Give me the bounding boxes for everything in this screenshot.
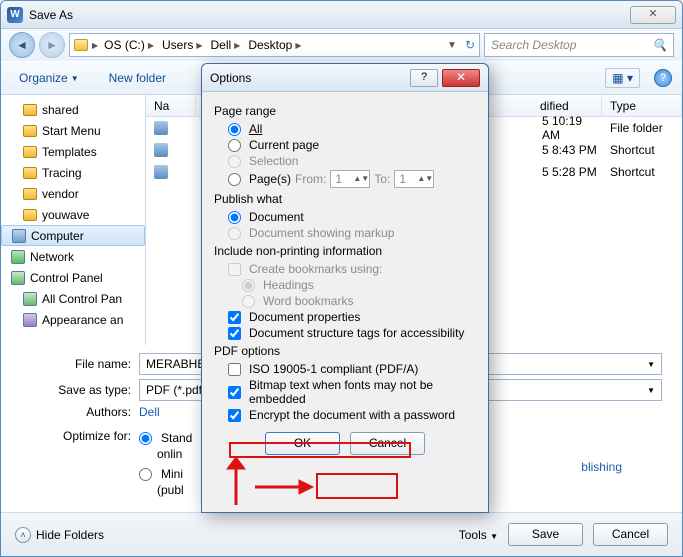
search-input[interactable]: Search Desktop 🔍 bbox=[484, 33, 674, 57]
chevron-up-icon: ˄ bbox=[15, 527, 31, 543]
nav-forward-button[interactable]: ► bbox=[39, 32, 65, 58]
search-icon: 🔍 bbox=[652, 38, 667, 52]
bottom-bar: ˄ Hide Folders Tools ▼ Save Cancel bbox=[1, 512, 682, 556]
page-range-label: Page range bbox=[214, 104, 476, 118]
tree-item-appearance[interactable]: Appearance an bbox=[1, 309, 145, 330]
authors-value[interactable]: Dell bbox=[139, 405, 160, 419]
options-dialog: Options ? ✕ Page range All Current page … bbox=[201, 63, 489, 513]
optimize-minimum-radio[interactable]: Mini bbox=[139, 467, 192, 481]
crumb-os[interactable]: OS (C:)▶ bbox=[102, 38, 156, 52]
file-icon bbox=[154, 165, 168, 179]
col-type[interactable]: Type bbox=[602, 95, 682, 116]
crumb-dell[interactable]: Dell▶ bbox=[208, 38, 242, 52]
view-mode-button[interactable]: ▦ ▾ bbox=[605, 68, 640, 88]
options-title: Options bbox=[210, 71, 251, 85]
tree-item-shared[interactable]: shared bbox=[1, 99, 145, 120]
tree-item-vendor[interactable]: vendor bbox=[1, 183, 145, 204]
folder-icon bbox=[23, 146, 37, 158]
iso-checkbox[interactable]: ISO 19005-1 compliant (PDF/A) bbox=[228, 362, 476, 376]
file-icon bbox=[154, 143, 168, 157]
structure-tags-checkbox[interactable]: Document structure tags for accessibilit… bbox=[228, 326, 476, 340]
nav-row: ◄ ► ▶ OS (C:)▶ Users▶ Dell▶ Desktop▶ ▼ ↻… bbox=[1, 29, 682, 61]
window-close-button[interactable]: ✕ bbox=[630, 6, 676, 24]
folder-icon bbox=[23, 104, 37, 116]
control-panel-icon bbox=[11, 271, 25, 285]
folder-icon bbox=[23, 167, 37, 179]
publishing-label-partial: blishing bbox=[581, 460, 622, 474]
file-row[interactable]: 5 5:28 PMShortcut bbox=[532, 161, 682, 183]
encrypt-checkbox[interactable]: Encrypt the document with a password bbox=[228, 408, 476, 422]
search-placeholder: Search Desktop bbox=[491, 38, 576, 52]
options-help-button[interactable]: ? bbox=[410, 69, 438, 87]
tree-item-startmenu[interactable]: Start Menu bbox=[1, 120, 145, 141]
authors-label: Authors: bbox=[41, 405, 131, 419]
file-icon bbox=[154, 121, 168, 135]
options-cancel-button[interactable]: Cancel bbox=[350, 432, 425, 455]
page-range-selection-radio: Selection bbox=[228, 154, 476, 168]
tree-item-youwave[interactable]: youwave bbox=[1, 204, 145, 225]
doc-properties-checkbox[interactable]: Document properties bbox=[228, 310, 476, 324]
saveas-label: Save as type: bbox=[41, 383, 131, 397]
file-row[interactable]: 5 10:19 AMFile folder bbox=[532, 117, 682, 139]
folder-icon bbox=[23, 125, 37, 137]
pdf-options-label: PDF options bbox=[214, 344, 476, 358]
hide-folders-button[interactable]: ˄ Hide Folders bbox=[15, 527, 104, 543]
filename-label: File name: bbox=[41, 357, 131, 371]
annotation-arrow-right bbox=[253, 477, 315, 497]
drive-icon bbox=[74, 39, 88, 51]
appearance-icon bbox=[23, 313, 37, 327]
file-row[interactable]: 5 8:43 PMShortcut bbox=[532, 139, 682, 161]
tree-item-templates[interactable]: Templates bbox=[1, 141, 145, 162]
create-bookmarks-checkbox: Create bookmarks using: bbox=[228, 262, 476, 276]
optimize-label: Optimize for: bbox=[41, 429, 131, 443]
bitmap-checkbox[interactable]: Bitmap text when fonts may not be embedd… bbox=[228, 378, 476, 406]
breadcrumb[interactable]: ▶ OS (C:)▶ Users▶ Dell▶ Desktop▶ ▼ ↻ bbox=[69, 33, 480, 57]
nonprinting-label: Include non-printing information bbox=[214, 244, 476, 258]
tree-item-tracing[interactable]: Tracing bbox=[1, 162, 145, 183]
options-close-button[interactable]: ✕ bbox=[442, 69, 480, 87]
page-range-pages-radio[interactable]: Page(s) From: 1▲▼ To: 1▲▼ bbox=[228, 170, 476, 188]
tools-button[interactable]: Tools ▼ bbox=[459, 528, 498, 542]
computer-icon bbox=[12, 229, 26, 243]
pages-to-input: 1▲▼ bbox=[394, 170, 434, 188]
col-modified[interactable]: dified bbox=[532, 95, 602, 116]
titlebar: W Save As ✕ bbox=[1, 1, 682, 29]
network-icon bbox=[11, 250, 25, 264]
cancel-button[interactable]: Cancel bbox=[593, 523, 668, 546]
tree-item-network[interactable]: Network bbox=[1, 246, 145, 267]
control-panel-icon bbox=[23, 292, 37, 306]
annotation-arrow-up bbox=[223, 457, 249, 507]
save-button[interactable]: Save bbox=[508, 523, 583, 546]
options-ok-button[interactable]: OK bbox=[265, 432, 340, 455]
pages-from-input: 1▲▼ bbox=[330, 170, 370, 188]
publish-document-radio[interactable]: Document bbox=[228, 210, 476, 224]
window-title: Save As bbox=[29, 8, 73, 22]
tree-item-controlpanel[interactable]: Control Panel bbox=[1, 267, 145, 288]
crumb-desktop[interactable]: Desktop▶ bbox=[246, 38, 303, 52]
col-name[interactable]: Na bbox=[146, 95, 196, 116]
folder-icon bbox=[23, 209, 37, 221]
page-range-current-radio[interactable]: Current page bbox=[228, 138, 476, 152]
nav-back-button[interactable]: ◄ bbox=[9, 32, 35, 58]
tree-item-allcontrol[interactable]: All Control Pan bbox=[1, 288, 145, 309]
crumb-users[interactable]: Users▶ bbox=[160, 38, 205, 52]
folder-tree[interactable]: shared Start Menu Templates Tracing vend… bbox=[1, 95, 146, 345]
save-as-window: W Save As ✕ ◄ ► ▶ OS (C:)▶ Users▶ Dell▶ … bbox=[0, 0, 683, 557]
bookmarks-word-radio: Word bookmarks bbox=[242, 294, 476, 308]
publish-what-label: Publish what bbox=[214, 192, 476, 206]
bookmarks-headings-radio: Headings bbox=[242, 278, 476, 292]
organize-button[interactable]: Organize ▼ bbox=[11, 67, 87, 89]
options-titlebar: Options ? ✕ bbox=[202, 64, 488, 92]
folder-icon bbox=[23, 188, 37, 200]
page-range-all-radio[interactable]: All bbox=[228, 122, 476, 136]
tree-item-computer[interactable]: Computer bbox=[1, 225, 145, 246]
newfolder-button[interactable]: New folder bbox=[101, 67, 174, 89]
word-icon: W bbox=[7, 7, 23, 23]
help-icon[interactable]: ? bbox=[654, 69, 672, 87]
optimize-standard-radio[interactable]: Stand bbox=[139, 431, 192, 445]
publish-markup-radio: Document showing markup bbox=[228, 226, 476, 240]
